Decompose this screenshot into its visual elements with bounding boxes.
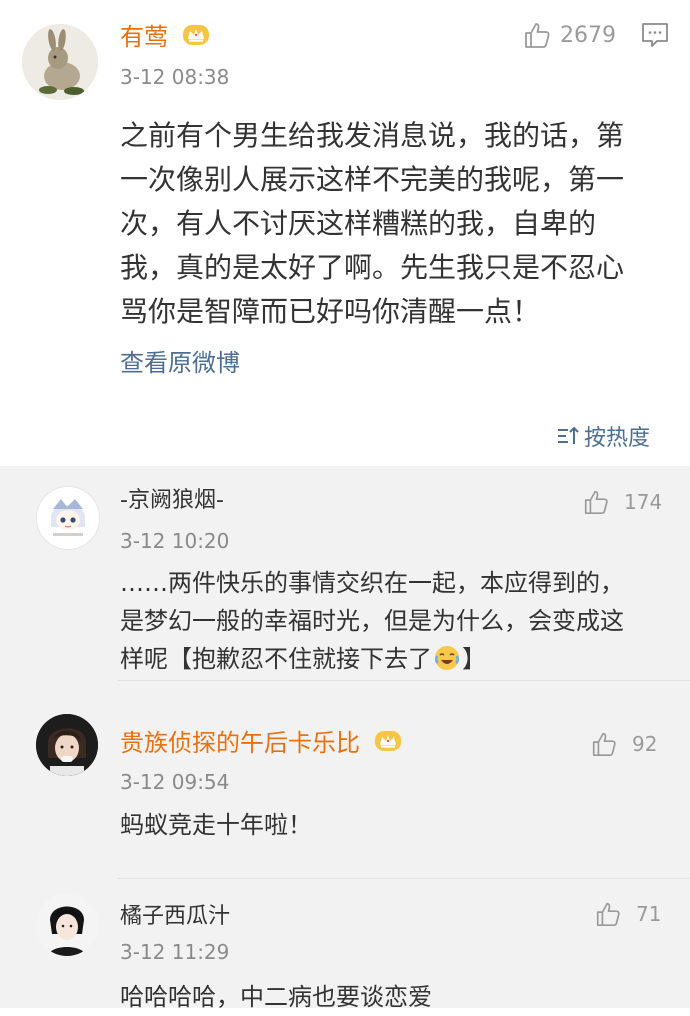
avatar[interactable]	[36, 894, 98, 956]
reply-list: -京阙狼烟- 3-12 10:20 174 ……两件快乐的事情交织在一起，本应得…	[0, 466, 690, 1011]
sort-label: 按热度	[584, 426, 651, 451]
avatar[interactable]	[36, 714, 98, 776]
reply-text-end: 】	[462, 645, 486, 673]
rabbit-avatar-image	[22, 24, 98, 100]
sort-icon	[558, 426, 579, 444]
username[interactable]: 贵族侦探的午后卡乐比	[120, 728, 402, 759]
reply-text: ……两件快乐的事情交织在一起，本应得到的，是梦幻一般的幸福时光，但是为什么，会变…	[120, 564, 640, 682]
anime-avatar-image	[37, 487, 99, 549]
username[interactable]: 橘子西瓜汁	[120, 902, 230, 932]
username[interactable]: 有莺	[120, 22, 210, 53]
crown-vip-icon	[182, 23, 210, 53]
comment-text: 之前有个男生给我发消息说，我的话，第一次像别人展示这样不完美的我呢，第一次，有人…	[120, 119, 625, 328]
like-button[interactable]: 174	[582, 488, 662, 516]
crown-vip-icon	[374, 729, 402, 759]
like-button[interactable]: 2679	[522, 20, 616, 50]
reply-text: 蚂蚁竞走十年啦！	[120, 811, 312, 839]
person-avatar-image	[36, 894, 98, 956]
like-count: 2679	[560, 22, 616, 48]
thumbs-up-icon	[525, 23, 550, 48]
like-button[interactable]: 92	[590, 730, 657, 758]
laugh-cry-emoji	[434, 644, 460, 682]
like-count: 92	[632, 732, 658, 756]
divider	[118, 878, 690, 879]
divider	[118, 680, 690, 681]
avatar[interactable]	[36, 486, 100, 550]
reply-text: 哈哈哈哈，中二病也要谈恋爱	[120, 983, 432, 1011]
like-button[interactable]: 71	[594, 900, 661, 928]
username-text[interactable]: 贵族侦探的午后卡乐比	[120, 729, 360, 757]
comment-time: 3-12 08:38	[120, 65, 230, 89]
view-original-link[interactable]: 查看原微博	[120, 343, 240, 378]
person-avatar-image	[36, 714, 98, 776]
reply-text-main: ……两件快乐的事情交织在一起，本应得到的，是梦幻一般的幸福时光，但是为什么，会变…	[120, 569, 624, 673]
main-comment: 有莺 3-12 08:38 2679 之前有个男生给我发消息说，我的话，第一次像…	[0, 0, 690, 466]
sort-by-hot-button[interactable]: 按热度	[556, 420, 650, 452]
like-count: 174	[624, 490, 663, 514]
thumbs-up-icon	[592, 732, 616, 757]
thumbs-up-icon	[584, 490, 608, 515]
avatar[interactable]	[22, 24, 98, 100]
username[interactable]: -京阙狼烟-	[120, 486, 224, 516]
reply-time: 3-12 09:54	[120, 770, 230, 794]
thumbs-up-icon	[596, 902, 620, 927]
reply-time: 3-12 11:29	[120, 940, 230, 964]
like-count: 71	[636, 902, 662, 926]
username-text[interactable]: 有莺	[120, 23, 168, 51]
reply-time: 3-12 10:20	[120, 529, 230, 553]
comment-icon[interactable]	[640, 20, 670, 54]
